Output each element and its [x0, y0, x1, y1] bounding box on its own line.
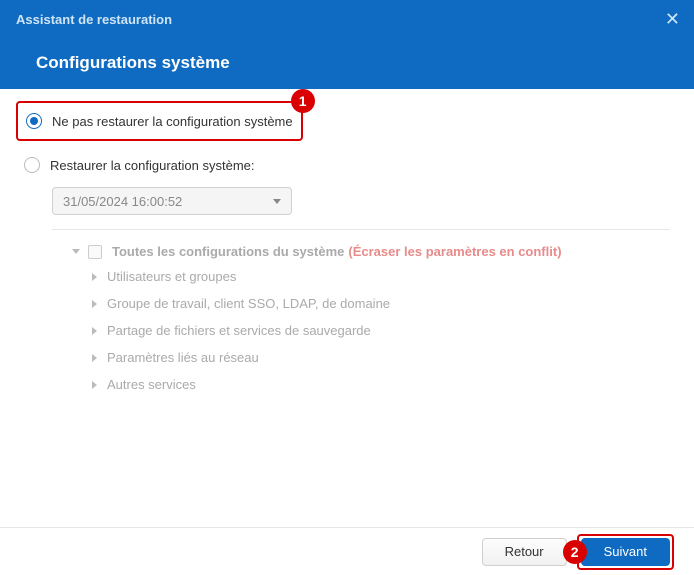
wizard-title: Assistant de restauration	[16, 12, 678, 27]
tree-item-label: Utilisateurs et groupes	[107, 269, 236, 284]
step-badge-2: 2	[563, 540, 587, 564]
radio-icon	[26, 113, 42, 129]
highlight-box-1: 1 Ne pas restaurer la configuration syst…	[16, 101, 303, 141]
tree-item-label: Paramètres liés au réseau	[107, 350, 259, 365]
chevron-down-icon	[273, 199, 281, 204]
highlight-box-2: 2 Suivant	[577, 534, 674, 570]
config-tree: Toutes les configurations du système (Éc…	[52, 229, 670, 392]
tree-item-label: Groupe de travail, client SSO, LDAP, de …	[107, 296, 390, 311]
radio-restore[interactable]: Restaurer la configuration système:	[24, 157, 670, 173]
radio-icon	[24, 157, 40, 173]
tree-item-label: Partage de fichiers et services de sauve…	[107, 323, 371, 338]
chevron-right-icon	[92, 381, 97, 389]
chevron-down-icon	[72, 249, 80, 254]
back-button[interactable]: Retour	[482, 538, 567, 566]
chevron-right-icon	[92, 327, 97, 335]
date-dropdown[interactable]: 31/05/2024 16:00:52	[52, 187, 292, 215]
tree-item[interactable]: Partage de fichiers et services de sauve…	[92, 323, 670, 338]
footer: Retour 2 Suivant	[0, 527, 694, 575]
tree-item[interactable]: Paramètres liés au réseau	[92, 350, 670, 365]
content: 1 Ne pas restaurer la configuration syst…	[0, 89, 694, 392]
page-title: Configurations système	[36, 53, 678, 73]
chevron-right-icon	[92, 273, 97, 281]
radio-label: Restaurer la configuration système:	[50, 158, 254, 173]
dropdown-value: 31/05/2024 16:00:52	[63, 194, 182, 209]
tree-root-note: (Écraser les paramètres en conflit)	[348, 244, 561, 259]
next-button[interactable]: Suivant	[581, 538, 670, 566]
tree-item[interactable]: Groupe de travail, client SSO, LDAP, de …	[92, 296, 670, 311]
chevron-right-icon	[92, 354, 97, 362]
close-icon[interactable]: ✕	[665, 10, 680, 28]
tree-root[interactable]: Toutes les configurations du système (Éc…	[72, 244, 670, 259]
radio-no-restore[interactable]: Ne pas restaurer la configuration systèm…	[26, 113, 293, 129]
chevron-right-icon	[92, 300, 97, 308]
tree-item[interactable]: Utilisateurs et groupes	[92, 269, 670, 284]
radio-label: Ne pas restaurer la configuration systèm…	[52, 114, 293, 129]
tree-item-label: Autres services	[107, 377, 196, 392]
step-badge-1: 1	[291, 89, 315, 113]
header: Assistant de restauration ✕ Configuratio…	[0, 0, 694, 89]
tree-item[interactable]: Autres services	[92, 377, 670, 392]
checkbox	[88, 245, 102, 259]
tree-root-label: Toutes les configurations du système	[112, 244, 344, 259]
